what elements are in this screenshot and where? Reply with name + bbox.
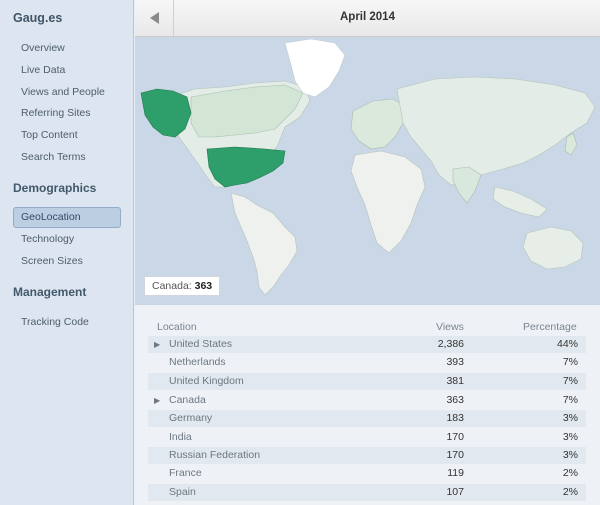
percentage-value: 3% [562,412,578,424]
table-row[interactable]: India 170 3% [148,429,586,446]
sidebar-item-technology[interactable]: Technology [21,231,74,247]
table-row[interactable]: ▶ United States 2,386 44% [148,336,586,353]
views-value: 170 [446,449,464,461]
sidebar-item-tracking-code[interactable]: Tracking Code [21,314,89,330]
map-region-india [452,166,482,204]
location-name: Canada [169,394,206,406]
section-title-management: Management [13,285,87,299]
views-value: 183 [446,412,464,424]
map-region-australia [522,226,584,270]
map-region-southeast-asia [492,186,548,218]
percentage-value: 7% [562,356,578,368]
percentage-value: 2% [562,467,578,479]
table-row[interactable]: Germany 183 3% [148,410,586,427]
page-title: April 2014 [340,11,395,23]
tooltip-value: 363 [194,280,213,292]
column-header-location[interactable]: Location [157,321,197,333]
location-name: United States [169,338,233,350]
table-row[interactable]: ▶ Canada 363 7% [148,392,586,409]
sidebar-item-views-and-people[interactable]: Views and People [21,84,105,100]
location-name: United Kingdom [169,375,244,387]
views-value: 381 [446,375,464,387]
sidebar-item-overview[interactable]: Overview [21,40,65,56]
sidebar-item-top-content[interactable]: Top Content [21,127,78,143]
section-title-demographics: Demographics [13,181,97,195]
map-region-europe [350,98,408,150]
column-header-views[interactable]: Views [436,321,464,333]
sidebar-item-referring-sites[interactable]: Referring Sites [21,105,90,121]
map-region-africa [350,150,426,254]
column-header-percentage[interactable]: Percentage [523,321,577,333]
percentage-value: 2% [562,486,578,498]
top-header: April 2014 [135,0,600,37]
table-row[interactable]: Russian Federation 170 3% [148,447,586,464]
views-value: 363 [446,394,464,406]
views-value: 2,386 [437,338,464,350]
views-value: 119 [447,467,464,479]
map-region-alaska [140,88,192,138]
location-name: Germany [169,412,213,424]
sidebar-item-geolocation[interactable]: GeoLocation [21,209,81,225]
map-region-asia [396,76,596,186]
views-value: 393 [446,356,464,368]
location-name: Russian Federation [169,449,261,461]
tooltip-country: Canada: [152,280,192,292]
percentage-value: 44% [556,338,578,350]
table-row[interactable]: Spain 107 2% [148,484,586,501]
map-tooltip: Canada: 363 [144,276,220,296]
sidebar-item-live-data[interactable]: Live Data [21,62,65,78]
sidebar-item-screen-sizes[interactable]: Screen Sizes [21,253,83,269]
world-map-svg [140,38,596,296]
location-name: Spain [169,486,196,498]
sidebar-item-search-terms[interactable]: Search Terms [21,149,86,165]
expand-arrow-icon[interactable]: ▶ [154,392,160,409]
expand-arrow-icon[interactable]: ▶ [154,336,160,353]
app-brand[interactable]: Gaug.es [13,11,62,25]
percentage-value: 7% [562,375,578,387]
table-row[interactable]: France 119 2% [148,465,586,482]
map-region-south-america [230,192,298,296]
views-value: 107 [446,486,464,498]
views-value: 170 [446,431,464,443]
world-map[interactable] [135,37,600,305]
location-name: Netherlands [169,356,226,368]
table-row[interactable]: United Kingdom 381 7% [148,373,586,390]
percentage-value: 7% [562,394,578,406]
percentage-value: 3% [562,431,578,443]
location-name: India [169,431,192,443]
sidebar: Gaug.es Overview Live Data Views and Peo… [0,0,134,505]
table-row[interactable]: Netherlands 393 7% [148,354,586,371]
location-name: France [169,467,202,479]
map-region-usa [206,146,286,188]
percentage-value: 3% [562,449,578,461]
